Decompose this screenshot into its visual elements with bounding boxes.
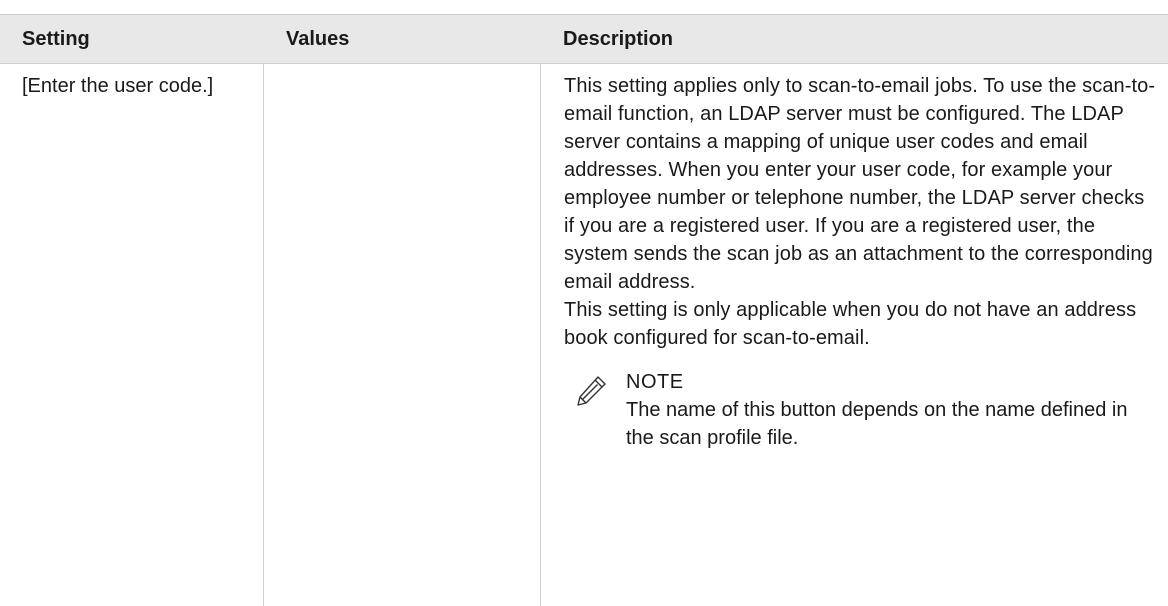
column-divider	[263, 64, 264, 606]
table-header-row: Setting Values Description	[0, 14, 1168, 64]
description-paragraph: This setting is only applicable when you…	[564, 299, 1137, 349]
header-setting: Setting	[22, 28, 90, 50]
cell-setting: [Enter the user code.]	[22, 75, 214, 97]
cell-description: This setting applies only to scan-to-ema…	[541, 64, 1168, 452]
pencil-icon	[574, 374, 608, 408]
cell-values	[264, 64, 540, 72]
header-description: Description	[563, 28, 674, 50]
description-paragraph: This setting applies only to scan-to-ema…	[564, 75, 1156, 293]
note-title: NOTE	[626, 371, 684, 393]
note-text: The name of this button depends on the n…	[626, 399, 1128, 449]
table-row: [Enter the user code.] This setting appl…	[0, 64, 1168, 606]
note-block: NOTE The name of this button depends on …	[564, 368, 1160, 452]
header-values: Values	[286, 28, 350, 50]
settings-table: Setting Values Description [Enter the us…	[0, 14, 1168, 606]
